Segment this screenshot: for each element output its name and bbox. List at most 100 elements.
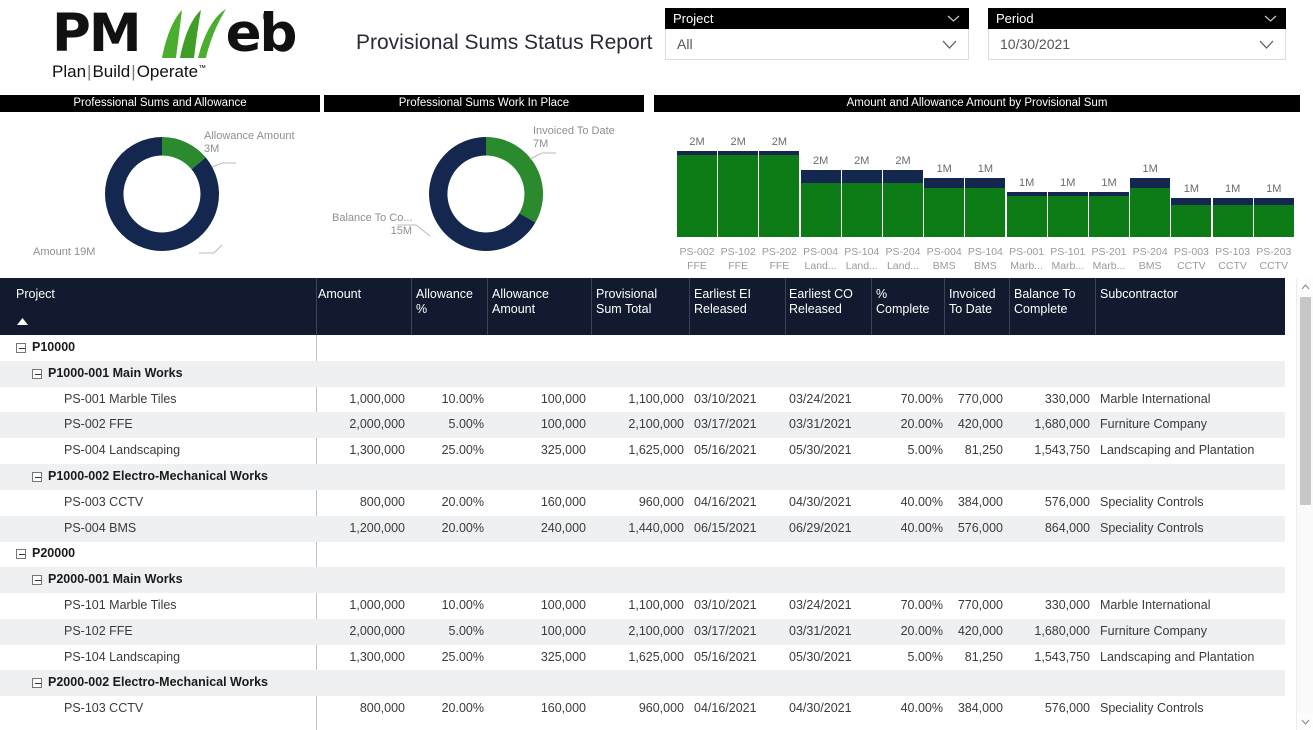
column-header-subcontractor[interactable]: Subcontractor bbox=[1100, 287, 1280, 302]
column-header-balance[interactable]: Balance To Complete bbox=[1014, 287, 1090, 317]
bar-group[interactable]: 1M PS-103 CCTV bbox=[1212, 112, 1253, 275]
column-header-pct-comp[interactable]: % Complete bbox=[876, 287, 938, 317]
slicer-project-header[interactable]: Project bbox=[665, 8, 969, 29]
bar-group[interactable]: 1M PS-201 Marb... bbox=[1089, 112, 1129, 275]
bar-segment-allowance-amount[interactable] bbox=[1130, 178, 1171, 188]
chevron-down-icon[interactable] bbox=[941, 39, 958, 50]
table-row[interactable]: P1000-002 Electro-Mechanical Works bbox=[0, 464, 1285, 490]
column-header-amount[interactable]: Amount bbox=[318, 287, 408, 302]
bar-stack[interactable] bbox=[1253, 198, 1294, 237]
bar-segment-amount[interactable] bbox=[1212, 205, 1253, 237]
bar-group[interactable]: 2M PS-202 FFE bbox=[759, 112, 800, 275]
bar-segment-amount[interactable] bbox=[1047, 196, 1088, 237]
table-row[interactable]: P1000-001 Main Works bbox=[0, 360, 1285, 387]
bar-segment-allowance-amount[interactable] bbox=[1212, 198, 1253, 205]
column-header-allow-amt[interactable]: Allowance Amount bbox=[492, 287, 562, 317]
bar-stack[interactable] bbox=[841, 170, 882, 237]
scroll-up-button[interactable] bbox=[1297, 278, 1313, 295]
bar-segment-amount[interactable] bbox=[718, 155, 759, 237]
collapse-icon[interactable] bbox=[16, 549, 26, 560]
bar-stack[interactable] bbox=[677, 151, 717, 237]
table-row[interactable]: P20000 bbox=[0, 541, 1285, 567]
column-header-ps-total[interactable]: Provisional Sum Total bbox=[596, 287, 684, 317]
table-row[interactable]: PS-001 Marble Tiles 1,000,000 10.00% 100,00… bbox=[0, 387, 1285, 413]
bar-group[interactable]: 1M PS-204 BMS bbox=[1130, 112, 1171, 275]
table-row[interactable]: P10000 bbox=[0, 335, 1285, 361]
donut-chart-professional-sums-work-in-place[interactable]: Invoiced To Date 7M Balance To Co... 15M bbox=[324, 112, 644, 275]
scrollbar-thumb[interactable] bbox=[1300, 297, 1311, 505]
column-header-co-rel[interactable]: Earliest CO Released bbox=[789, 287, 869, 317]
column-header-allow-pct[interactable]: Allowance% bbox=[416, 287, 478, 317]
bar-stack[interactable] bbox=[800, 170, 841, 237]
bar-segment-amount[interactable] bbox=[924, 188, 965, 237]
column-header-ei-rel[interactable]: Earliest EI Released bbox=[694, 287, 774, 317]
bar-segment-amount[interactable] bbox=[1253, 205, 1294, 237]
collapse-icon[interactable] bbox=[16, 343, 26, 353]
bar-stack[interactable] bbox=[1089, 192, 1129, 237]
table-row[interactable]: PS-101 Marble Tiles 1,000,000 10.00% 100,00… bbox=[0, 593, 1285, 619]
table-row[interactable]: PS-004 BMS 1,200,000 20.00% 240,000 1,440,00… bbox=[0, 515, 1285, 542]
bar-group[interactable]: 1M PS-004 BMS bbox=[924, 112, 965, 275]
bar-group[interactable]: 2M PS-104 Land... bbox=[841, 112, 882, 275]
slicer-period-dropdown[interactable]: 10/30/2021 bbox=[988, 29, 1286, 60]
bar-group[interactable]: 2M PS-002 FFE bbox=[677, 112, 717, 275]
bar-group[interactable]: 2M PS-102 FFE bbox=[718, 112, 759, 275]
bar-stack[interactable] bbox=[718, 151, 759, 237]
bar-chart-amount-allowance[interactable]: 2M PS-002 FFE 2M PS-102 FFE 2M PS-202 FFE 2M PS-00… bbox=[654, 112, 1300, 275]
slicer-project-dropdown[interactable]: All bbox=[665, 29, 969, 60]
table-vertical-scrollbar[interactable] bbox=[1296, 278, 1313, 730]
bar-stack[interactable] bbox=[924, 178, 965, 237]
bar-segment-amount[interactable] bbox=[965, 188, 1006, 237]
bar-segment-allowance-amount[interactable] bbox=[841, 170, 882, 183]
collapse-icon[interactable] bbox=[32, 678, 42, 689]
bar-segment-amount[interactable] bbox=[841, 183, 882, 237]
bar-segment-allowance-amount[interactable] bbox=[883, 170, 923, 183]
bar-segment-allowance-amount[interactable] bbox=[924, 178, 965, 188]
bar-segment-allowance-amount[interactable] bbox=[800, 170, 841, 183]
bar-group[interactable]: 2M PS-204 Land... bbox=[883, 112, 923, 275]
bar-segment-allowance-amount[interactable] bbox=[1171, 198, 1212, 205]
bar-segment-amount[interactable] bbox=[883, 183, 923, 237]
bar-group[interactable]: 1M PS-104 BMS bbox=[965, 112, 1006, 275]
bar-stack[interactable] bbox=[759, 151, 800, 237]
chevron-down-icon[interactable] bbox=[1258, 39, 1275, 50]
bar-group[interactable]: 1M PS-003 CCTV bbox=[1171, 112, 1212, 275]
table-row[interactable]: P2000-002 Electro-Mechanical Works bbox=[0, 670, 1285, 697]
bar-stack[interactable] bbox=[1171, 198, 1212, 237]
bar-segment-amount[interactable] bbox=[1006, 196, 1047, 237]
collapse-icon[interactable] bbox=[32, 575, 42, 586]
table-row[interactable]: PS-102 FFE 2,000,000 5.00% 100,000 2,100,000… bbox=[0, 618, 1285, 645]
donut-chart-professional-sums-allowance[interactable]: Allowance Amount 3M Amount 19M bbox=[0, 112, 320, 275]
bar-stack[interactable] bbox=[1130, 178, 1171, 237]
bar-stack[interactable] bbox=[965, 178, 1006, 237]
collapse-icon[interactable] bbox=[32, 368, 42, 379]
bar-group[interactable]: 1M PS-203 CCTV bbox=[1253, 112, 1294, 275]
bar-segment-amount[interactable] bbox=[1089, 196, 1129, 237]
table-row[interactable]: PS-004 Landscaping 1,300,000 25.00% 325,000… bbox=[0, 438, 1285, 464]
bar-group[interactable]: 1M PS-101 Marb... bbox=[1047, 112, 1088, 275]
bar-segment-amount[interactable] bbox=[1171, 205, 1212, 237]
bar-segment-amount[interactable] bbox=[677, 155, 717, 237]
bar-group[interactable]: 1M PS-001 Marb... bbox=[1006, 112, 1047, 275]
table-row[interactable]: P2000-001 Main Works bbox=[0, 567, 1285, 594]
table-row[interactable]: PS-103 CCTV 800,000 20.00% 160,000 960,000 04… bbox=[0, 696, 1285, 722]
bar-segment-amount[interactable] bbox=[1130, 188, 1171, 237]
bar-segment-amount[interactable] bbox=[759, 155, 800, 237]
bar-segment-allowance-amount[interactable] bbox=[1253, 198, 1294, 205]
column-header-project[interactable]: Project bbox=[16, 287, 306, 302]
sort-asc-icon[interactable] bbox=[16, 318, 29, 326]
table-row[interactable]: PS-003 CCTV 800,000 20.00% 160,000 960,000 04… bbox=[0, 490, 1285, 516]
bar-segment-allowance-amount[interactable] bbox=[965, 178, 1006, 188]
bar-stack[interactable] bbox=[883, 170, 923, 237]
scroll-down-button[interactable] bbox=[1297, 713, 1313, 730]
bar-segment-amount[interactable] bbox=[800, 183, 841, 237]
table-row[interactable]: PS-002 FFE 2,000,000 5.00% 100,000 2,100,000… bbox=[0, 412, 1285, 439]
scrollbar-track[interactable] bbox=[1297, 295, 1313, 713]
bar-stack[interactable] bbox=[1006, 192, 1047, 237]
table-row[interactable]: PS-104 Landscaping 1,300,000 25.00% 325,000… bbox=[0, 645, 1285, 671]
slicer-period-header[interactable]: Period bbox=[988, 8, 1286, 29]
bar-stack[interactable] bbox=[1212, 198, 1253, 237]
bar-group[interactable]: 2M PS-004 Land... bbox=[800, 112, 841, 275]
bar-stack[interactable] bbox=[1047, 192, 1088, 237]
column-header-invoiced[interactable]: Invoiced To Date bbox=[949, 287, 1011, 317]
